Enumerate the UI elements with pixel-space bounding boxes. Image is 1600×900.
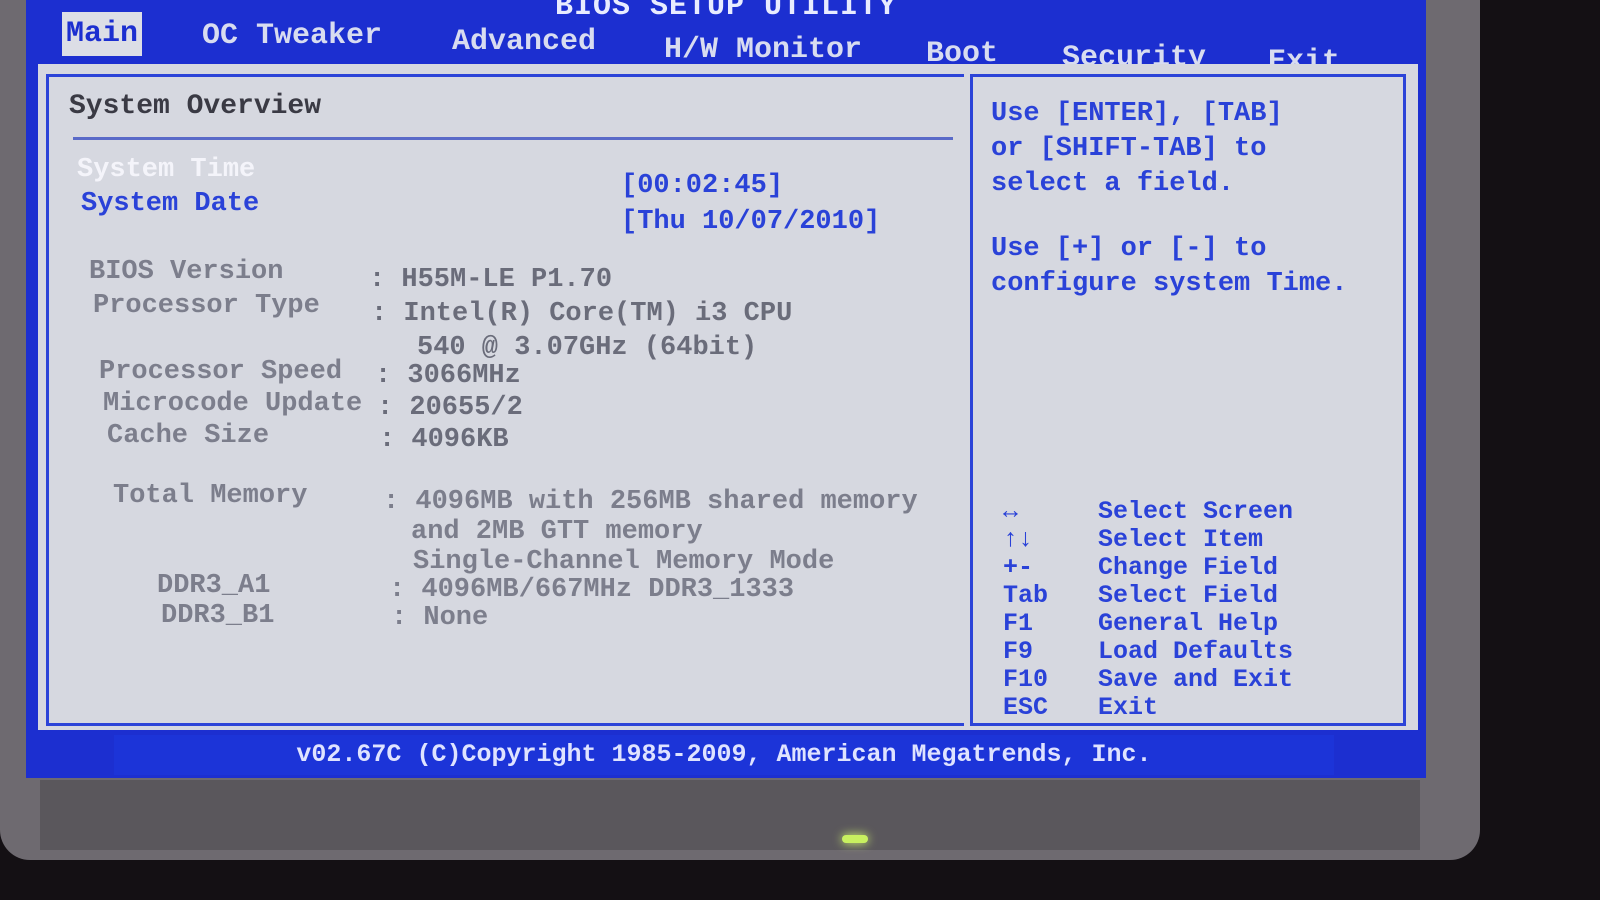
bios-version-value: : H55M-LE P1.70 xyxy=(369,265,613,295)
key-description: Select Field xyxy=(1098,581,1279,610)
help-pane: Use [ENTER], [TAB] or [SHIFT-TAB] to sel… xyxy=(970,74,1406,726)
key-description: Select Item xyxy=(1098,525,1264,554)
processor-type-value-2: 540 @ 3.07GHz (64bit) xyxy=(417,333,758,363)
key-name: F10 xyxy=(1003,665,1049,694)
settings-pane: System Overview System Time [00:02:45] S… xyxy=(46,74,964,726)
help-text: Use [ENTER], [TAB] or [SHIFT-TAB] to sel… xyxy=(991,97,1391,302)
key-description: Change Field xyxy=(1098,553,1279,582)
system-date-label[interactable]: System Date xyxy=(81,189,259,219)
system-date-field[interactable]: [Thu 10/07/2010] xyxy=(621,207,880,237)
bios-screen: BIOS SETUP UTILITY Main OC Tweaker Advan… xyxy=(26,0,1426,778)
ddr3-a1-label: DDR3_A1 xyxy=(157,571,271,601)
key-description: Select Screen xyxy=(1098,497,1294,526)
key-name: ↑↓ xyxy=(1003,525,1034,554)
key-description: Exit xyxy=(1098,693,1159,722)
monitor-chin xyxy=(40,780,1420,850)
bios-version-label: BIOS Version xyxy=(89,257,284,287)
memory-mode: Single-Channel Memory Mode xyxy=(413,547,835,577)
copyright-footer: v02.67C (C)Copyright 1985-2009, American… xyxy=(114,735,1334,775)
processor-speed-label: Processor Speed xyxy=(99,357,343,387)
total-memory-value-2: and 2MB GTT memory xyxy=(411,517,703,547)
ddr3-b1-value: : None xyxy=(391,603,489,633)
total-memory-label: Total Memory xyxy=(113,481,308,511)
key-name: +- xyxy=(1003,553,1034,582)
tab-main[interactable]: Main xyxy=(62,12,143,56)
ddr3-a1-value: : 4096MB/667MHz DDR3_1333 xyxy=(389,575,795,605)
microcode-update-value: : 20655/2 xyxy=(377,393,523,423)
total-memory-value: : 4096MB with 256MB shared memory xyxy=(383,487,918,517)
divider xyxy=(73,137,953,140)
main-panel: System Overview System Time [00:02:45] S… xyxy=(38,64,1418,730)
tab-advanced[interactable]: Advanced xyxy=(448,20,600,64)
ddr3-b1-label: DDR3_B1 xyxy=(161,601,275,631)
processor-type-value: : Intel(R) Core(TM) i3 CPU xyxy=(371,299,793,329)
key-description: General Help xyxy=(1098,609,1279,638)
processor-type-label: Processor Type xyxy=(93,291,320,321)
key-description: Save and Exit xyxy=(1098,665,1294,694)
key-name: F9 xyxy=(1003,637,1034,666)
help-line: Use [ENTER], [TAB] xyxy=(991,99,1283,129)
microcode-update-label: Microcode Update xyxy=(103,389,363,419)
help-line: select a field. xyxy=(991,169,1235,199)
system-time-field[interactable]: [00:02:45] xyxy=(621,171,783,201)
help-line: Use [+] or [-] to xyxy=(991,234,1267,264)
help-line: configure system Time. xyxy=(991,269,1348,299)
tab-oc-tweaker[interactable]: OC Tweaker xyxy=(198,14,386,58)
key-description: Load Defaults xyxy=(1098,637,1294,666)
key-name: ↔ xyxy=(1003,497,1019,526)
section-title: System Overview xyxy=(69,91,322,122)
processor-speed-value: : 3066MHz xyxy=(375,361,521,391)
power-led xyxy=(842,835,868,843)
key-name: Tab xyxy=(1003,581,1049,610)
help-line: or [SHIFT-TAB] to xyxy=(991,134,1267,164)
key-name: F1 xyxy=(1003,609,1034,638)
cache-size-label: Cache Size xyxy=(107,421,270,451)
system-time-label[interactable]: System Time xyxy=(77,155,255,185)
tab-bar: Main OC Tweaker Advanced H/W Monitor Boo… xyxy=(26,12,1426,79)
cache-size-value: : 4096KB xyxy=(379,425,509,455)
key-name: ESC xyxy=(1003,693,1049,722)
